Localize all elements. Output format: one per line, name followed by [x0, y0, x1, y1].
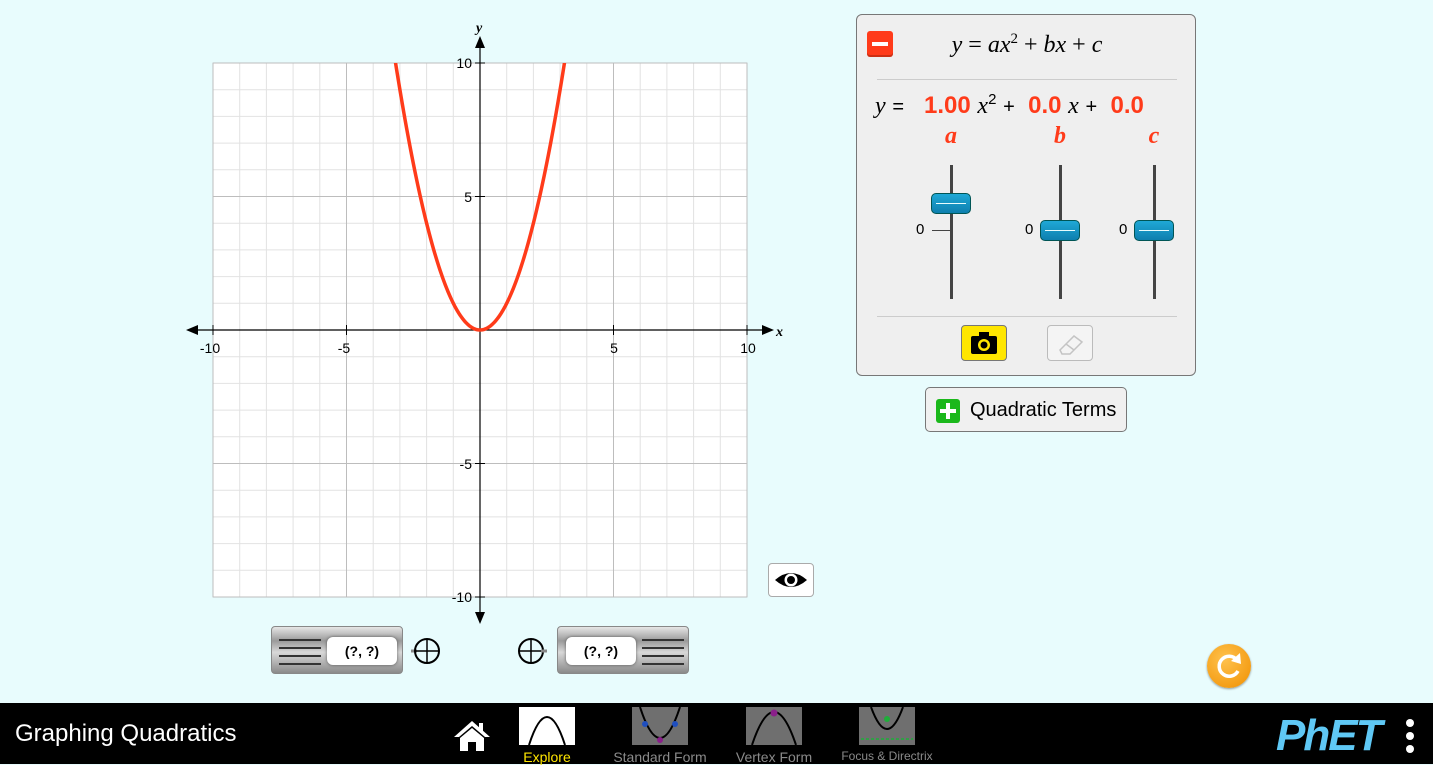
navigation-bar: Graphing Quadratics Explore Standard For…	[0, 703, 1433, 765]
b-value: 0.0	[1028, 92, 1062, 119]
slider-a: 0	[916, 165, 982, 299]
label-a: a	[945, 123, 957, 149]
y-tick-label-neg5: -5	[460, 456, 473, 472]
slider-b-zero-label: 0	[1025, 221, 1034, 238]
x-tick-label-neg5: -5	[338, 340, 351, 356]
equation-line: y = 1.00 x2 + 0.0 x + 0.0	[875, 91, 1144, 120]
camera-icon	[971, 332, 997, 354]
screen-button-explore[interactable]: Explore	[497, 707, 597, 765]
a-value: 1.00	[924, 92, 971, 119]
screen-label-standard-form: Standard Form	[613, 749, 707, 765]
grip-lines-icon	[642, 639, 684, 665]
panel-divider-top	[877, 79, 1177, 80]
title-y: y	[951, 32, 963, 58]
screen-button-standard-form[interactable]: Standard Form	[610, 707, 710, 765]
quadratic-terms-button[interactable]: Quadratic Terms	[925, 387, 1127, 432]
home-icon[interactable]	[452, 719, 492, 753]
c-value: 0.0	[1110, 92, 1144, 119]
title-plus-1: +	[1023, 32, 1038, 58]
equation-title: y = ax2 + bx + c	[857, 31, 1197, 59]
reset-icon	[1217, 653, 1241, 678]
line-x1: x	[1068, 93, 1079, 119]
slider-b: 0	[1025, 165, 1091, 299]
screen-label-vertex-form: Vertex Form	[735, 749, 813, 765]
line-y: y	[875, 93, 886, 119]
save-snapshot-button[interactable]	[961, 325, 1007, 361]
point-tool-left-readout: (?, ?)	[327, 637, 397, 665]
plus-icon	[936, 399, 960, 423]
crosshair-icon[interactable]	[517, 636, 547, 666]
standard-form-screen-icon	[632, 707, 688, 745]
vertex-form-screen-icon	[746, 707, 802, 745]
screen-label-focus-directrix: Focus & Directrix	[841, 749, 933, 763]
line-equals: =	[892, 96, 905, 118]
y-axis-label: y	[474, 21, 483, 36]
slider-c-thumb[interactable]	[1134, 219, 1174, 241]
slider-b-thumb[interactable]	[1040, 219, 1080, 241]
reset-all-button[interactable]	[1207, 644, 1251, 688]
menu-icon[interactable]	[1404, 719, 1416, 755]
label-c: c	[1148, 123, 1160, 149]
phet-logo-text: PhET	[1276, 711, 1382, 760]
equation-panel: y = ax2 + bx + c y = 1.00 x2 + 0.0 x + 0…	[856, 14, 1196, 376]
line-x2: x	[977, 93, 989, 119]
screen-button-focus-directrix[interactable]: Focus & Directrix	[837, 707, 937, 763]
point-tool-right[interactable]: (?, ?)	[557, 626, 689, 674]
grip-lines-icon	[279, 639, 321, 665]
y-tick-label-5: 5	[464, 189, 472, 205]
line-plus-2: +	[1085, 96, 1098, 118]
point-tool-left[interactable]: (?, ?)	[271, 626, 403, 674]
x-axis-label: x	[775, 325, 783, 340]
title-exponent: 2	[1010, 31, 1018, 47]
slider-a-zero-label: 0	[916, 221, 925, 238]
x-tick-label-neg10: -10	[200, 340, 220, 356]
line-exponent: 2	[988, 91, 997, 108]
slider-c: 0	[1119, 165, 1185, 299]
title-c: c	[1091, 32, 1103, 58]
graph-contents-toggle-button[interactable]	[768, 563, 814, 597]
slider-a-thumb[interactable]	[931, 192, 971, 214]
phet-logo[interactable]: PhET	[1276, 711, 1396, 760]
screen-button-vertex-form[interactable]: Vertex Form	[724, 707, 824, 765]
title-ax: ax	[987, 32, 1011, 58]
screen-label-explore: Explore	[523, 749, 571, 765]
eye-icon	[775, 573, 807, 587]
x-tick-label-5: 5	[610, 340, 618, 356]
title-equals: =	[968, 32, 982, 58]
y-tick-label-neg10: -10	[452, 589, 472, 605]
y-tick-label-10: 10	[456, 55, 472, 71]
slider-a-track[interactable]	[950, 165, 953, 299]
title-plus-2: +	[1072, 32, 1086, 58]
focus-directrix-screen-icon	[859, 707, 915, 745]
sim-title: Graphing Quadratics	[15, 720, 237, 747]
slider-c-zero-label: 0	[1119, 221, 1128, 238]
quadratic-terms-label: Quadratic Terms	[970, 399, 1117, 421]
eraser-icon	[1059, 335, 1084, 355]
point-tool-right-readout: (?, ?)	[566, 637, 636, 665]
graph: x y -10 -5 5 10 10 5 -5 -10	[186, 21, 783, 624]
explore-screen-icon	[519, 707, 575, 745]
crosshair-icon[interactable]	[411, 636, 441, 666]
label-b: b	[1054, 123, 1066, 149]
erase-snapshots-button[interactable]	[1047, 325, 1093, 361]
x-tick-label-10: 10	[740, 340, 756, 356]
slider-a-zero-tick	[932, 230, 952, 231]
title-bx: bx	[1043, 32, 1067, 58]
line-plus-1: +	[1003, 96, 1015, 118]
panel-divider-bottom	[877, 316, 1177, 317]
